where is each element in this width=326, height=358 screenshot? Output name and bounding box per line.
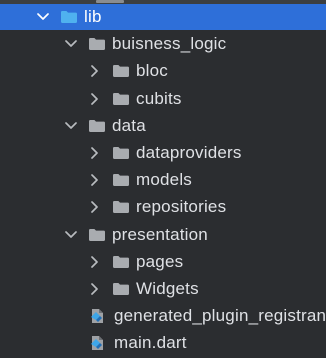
chevron-down-icon[interactable] (64, 37, 78, 51)
tree-row-label: buisness_logic (112, 34, 227, 53)
tree-row-bloc[interactable]: bloc (0, 58, 326, 84)
chevron-right-icon[interactable] (88, 255, 102, 269)
tree-row-label: main.dart (114, 333, 187, 352)
chevron-right-icon[interactable] (88, 173, 102, 187)
tree-row-label: presentation (112, 225, 208, 244)
folder-icon (88, 228, 106, 242)
folder-icon (112, 200, 130, 214)
tree-row-models[interactable]: models (0, 167, 326, 193)
tree-row-label: pages (136, 252, 184, 271)
tree-row-label: data (112, 116, 146, 135)
tree-row-pages[interactable]: pages (0, 249, 326, 275)
chevron-down-icon[interactable] (64, 119, 78, 133)
chevron-right-icon[interactable] (88, 92, 102, 106)
chevron-right-icon[interactable] (88, 200, 102, 214)
tree-row-cubits[interactable]: cubits (0, 86, 326, 112)
folder-icon (60, 10, 78, 24)
tree-row-buisness-logic[interactable]: buisness_logic (0, 31, 326, 57)
tree-row-label: dataproviders (136, 143, 242, 162)
folder-icon (88, 37, 106, 51)
tree-row-main-dart[interactable]: main.dart (0, 330, 326, 356)
chevron-right-icon[interactable] (88, 282, 102, 296)
project-tree: lib buisness_logicbloc cubits data dataprovi… (0, 0, 326, 358)
tree-row-generated-plugin-registrant-dart[interactable]: generated_plugin_registrant.dart (0, 303, 326, 329)
folder-icon (88, 119, 106, 133)
tree-row-dataproviders[interactable]: dataproviders (0, 140, 326, 166)
chevron-right-icon[interactable] (88, 146, 102, 160)
folder-icon (112, 282, 130, 296)
dart-file-icon (88, 306, 108, 326)
tree-row-widgets[interactable]: Widgets (0, 276, 326, 302)
dart-file-icon (88, 333, 108, 353)
tree-row-presentation[interactable]: presentation (0, 222, 326, 248)
folder-icon (112, 146, 130, 160)
tree-row-label: lib (84, 7, 102, 26)
folder-icon (112, 92, 130, 106)
tree-row-label: Widgets (136, 279, 199, 298)
tree-row-label: repositories (136, 197, 227, 216)
tree-row-label: bloc (136, 61, 168, 80)
folder-icon (112, 173, 130, 187)
tree-row-data[interactable]: data (0, 113, 326, 139)
tree-row-lib[interactable]: lib (0, 4, 326, 30)
chevron-down-icon[interactable] (36, 10, 50, 24)
tree-row-repositories[interactable]: repositories (0, 194, 326, 220)
tree-row-label: generated_plugin_registrant.dart (114, 306, 326, 325)
chevron-down-icon[interactable] (64, 228, 78, 242)
folder-icon (112, 64, 130, 78)
folder-icon (112, 255, 130, 269)
tree-row-label: models (136, 170, 193, 189)
tree-row-label: cubits (136, 89, 182, 108)
chevron-right-icon[interactable] (88, 64, 102, 78)
